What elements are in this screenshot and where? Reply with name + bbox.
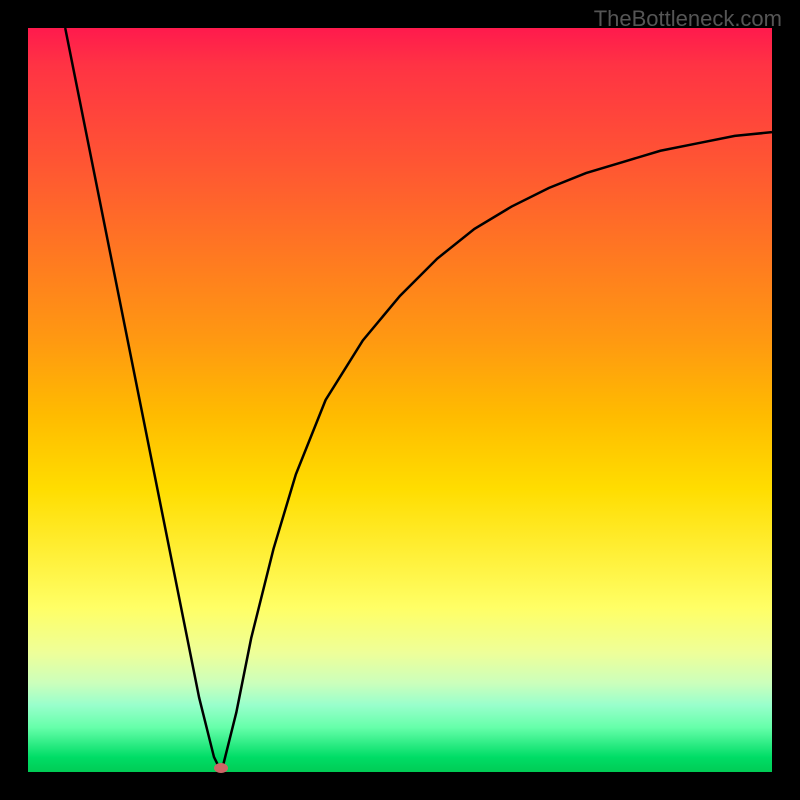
chart-curve [28, 28, 772, 772]
chart-minimum-marker [214, 763, 228, 773]
chart-plot-area [28, 28, 772, 772]
watermark-text: TheBottleneck.com [594, 6, 782, 32]
